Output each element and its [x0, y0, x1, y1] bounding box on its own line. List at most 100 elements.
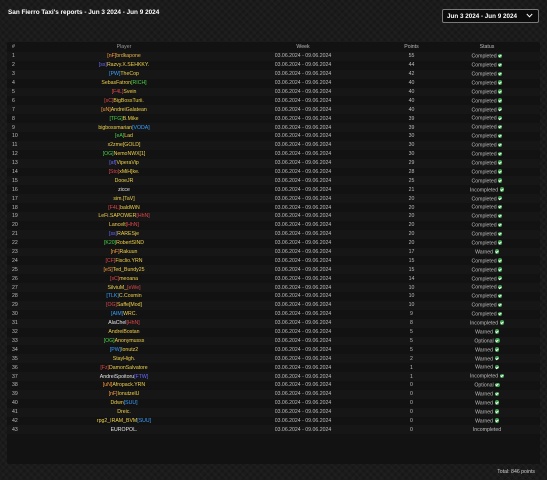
- player-cell[interactable]: EUROPOL.: [31, 425, 217, 434]
- row-number: 41: [12, 409, 18, 416]
- player-cell[interactable]: [ss]RARESje: [31, 230, 217, 239]
- player-name[interactable]: Razvy.X.SEHKKY.: [107, 62, 149, 68]
- player-cell[interactable]: x2zme[GOLD]: [31, 141, 217, 150]
- player-cell[interactable]: [uN]AndreiGalatean: [31, 105, 217, 114]
- player-name[interactable]: sim.[TaV]: [113, 196, 134, 202]
- player-name[interactable]: brdkapone: [116, 53, 141, 59]
- player-cell[interactable]: [Sto]xMiH]ke.: [31, 168, 217, 177]
- table-row: 30 [AIM]WRC. 03.06.2024 - 09.06.2024 9 Compl…: [7, 310, 540, 319]
- player-name[interactable]: B.Mike: [123, 116, 139, 122]
- player-name[interactable]: x2zme[GOLD]: [108, 142, 141, 148]
- player-name[interactable]: C.Cosmin: [119, 293, 142, 299]
- player-cell[interactable]: [AIM]WRC.: [31, 310, 217, 319]
- player-name[interactable]: RARESje: [117, 231, 139, 237]
- player-name[interactable]: bigbossmarian: [98, 125, 132, 131]
- player-cell[interactable]: [OG]Saffe[Mod]: [31, 301, 217, 310]
- player-name[interactable]: StayHigh.: [113, 356, 136, 362]
- player-cell[interactable]: [OG]NemoNWX[1]: [31, 150, 217, 159]
- player-cell[interactable]: DooeJR: [31, 176, 217, 185]
- player-cell[interactable]: bigbossmarian[VODA]: [31, 123, 217, 132]
- player-name[interactable]: Lad: [124, 133, 133, 139]
- player-name[interactable]: EUROPOL.: [111, 427, 138, 433]
- player-name[interactable]: DooeJR: [115, 178, 134, 184]
- player-name[interactable]: TheCop: [120, 71, 138, 77]
- player-cell[interactable]: Dreic.: [31, 408, 217, 417]
- header-status: Status: [479, 44, 495, 50]
- player-name[interactable]: DamonSalvatore: [109, 365, 148, 371]
- player-cell[interactable]: AndreiSpoitoru[FTW]: [31, 372, 217, 381]
- player-name[interactable]: zicce: [118, 187, 130, 193]
- player-name[interactable]: Svein: [123, 89, 136, 95]
- player-name[interactable]: AndreiBostan: [108, 329, 139, 335]
- player-cell[interactable]: AndreiBostan: [31, 328, 217, 337]
- player-cell[interactable]: SilviuM_[eWe]: [31, 283, 217, 292]
- player-name[interactable]: Saffe[Mod]: [117, 302, 142, 308]
- points-cell: 10: [408, 293, 415, 300]
- player-name[interactable]: Anonymusss: [115, 338, 145, 344]
- player-cell[interactable]: [nF]Rakuun: [31, 248, 217, 257]
- player-cell[interactable]: [uN]Afropack.YRN: [31, 381, 217, 390]
- player-cell[interactable]: Ddwn[SUU]: [31, 399, 217, 408]
- player-name[interactable]: SilviuM_: [107, 285, 127, 291]
- player-cell[interactable]: rpg2_IRAM_BVM[SUU]: [31, 417, 217, 426]
- player-cell[interactable]: LeFi.SAPOWER[HhN]: [31, 212, 217, 221]
- player-name[interactable]: ViperaVip: [116, 160, 138, 166]
- status-cell: Warned: [434, 399, 540, 408]
- player-cell[interactable]: [eA]Lad: [31, 132, 217, 141]
- player-cell[interactable]: [PW]TheCop: [31, 70, 217, 79]
- player-name[interactable]: IonutzelU: [118, 391, 140, 397]
- player-name[interactable]: AndreiGalatean: [111, 107, 147, 113]
- player-cell[interactable]: sim.[TaV]: [31, 194, 217, 203]
- player-name[interactable]: Ddwn: [110, 400, 123, 406]
- player-cell[interactable]: [TLK]C.Cosmin: [31, 292, 217, 301]
- player-cell[interactable]: Lancelt[HhN]: [31, 221, 217, 230]
- player-cell[interactable]: [sC]meoana: [31, 274, 217, 283]
- player-name[interactable]: xMiH]ke.: [119, 169, 139, 175]
- player-name[interactable]: rpg2_IRAM_BVM: [97, 418, 137, 424]
- player-name[interactable]: meoana: [119, 276, 138, 282]
- player-name[interactable]: NemoNWX[1]: [114, 151, 146, 157]
- row-number: 2: [12, 62, 15, 69]
- player-name[interactable]: Dreic.: [117, 409, 131, 415]
- player-cell[interactable]: [Fz]DamonSalvatore: [31, 363, 217, 372]
- player-name[interactable]: Ted_Bundy25: [113, 267, 145, 273]
- week-select[interactable]: Jun 3 2024 - Jun 9 2024: [442, 9, 539, 23]
- player-cell[interactable]: [F4L]baldWiN: [31, 203, 217, 212]
- player-cell[interactable]: [ss]Razvy.X.SEHKKY.: [31, 61, 217, 70]
- player-name[interactable]: AndreiSpoitoru: [100, 374, 134, 380]
- player-name[interactable]: baldWiN: [120, 205, 140, 211]
- player-name[interactable]: Fisclio.YRN: [115, 258, 142, 264]
- player-cell[interactable]: [PW]Ionutz2: [31, 345, 217, 354]
- player-name[interactable]: WRC.: [123, 311, 137, 317]
- player-cell[interactable]: [TFG]B.Mike: [31, 114, 217, 123]
- row-number: 6: [12, 97, 15, 104]
- player-cell[interactable]: [K20]RobertSIND: [31, 239, 217, 248]
- player-name[interactable]: SebasFatron: [101, 80, 131, 86]
- row-number: 22: [12, 240, 18, 247]
- player-cell[interactable]: SebasFatron[RICH]: [31, 79, 217, 88]
- player-name[interactable]: RobertSIND: [116, 240, 144, 246]
- player-name[interactable]: Ionutz2: [121, 347, 138, 353]
- player-cell[interactable]: [OG]Anonymusss: [31, 337, 217, 346]
- player-cell[interactable]: [nF]IonutzelU: [31, 390, 217, 399]
- week-cell: 03.06.2024 - 09.06.2024: [274, 213, 332, 220]
- player-cell[interactable]: StayHigh.: [31, 354, 217, 363]
- player-name[interactable]: Afropack.YRN: [112, 382, 145, 388]
- player-cell[interactable]: [sC]BigBossTurii.: [31, 96, 217, 105]
- player-cell[interactable]: [F4L]Svein: [31, 88, 217, 97]
- player-name[interactable]: Rakuun: [120, 249, 138, 255]
- player-name[interactable]: Lancelt: [109, 222, 126, 228]
- player-cell[interactable]: [CF]Fisclio.YRN: [31, 256, 217, 265]
- week-cell: 03.06.2024 - 09.06.2024: [274, 142, 332, 149]
- player-name[interactable]: LeFi.SAPOWER: [98, 213, 136, 219]
- player-cell[interactable]: [nF]brdkapone: [31, 52, 217, 61]
- week-cell: 03.06.2024 - 09.06.2024: [274, 320, 332, 327]
- player-cell[interactable]: zicce: [31, 185, 217, 194]
- player-name[interactable]: BigBossTurii.: [113, 98, 143, 104]
- player-cell[interactable]: [af]ViperaVip: [31, 159, 217, 168]
- player-cell[interactable]: [eS]Ted_Bundy25: [31, 265, 217, 274]
- player-name[interactable]: AlaChel: [108, 320, 126, 326]
- player-cell[interactable]: AlaChel[HhN]: [31, 319, 217, 328]
- week-cell: 03.06.2024 - 09.06.2024: [274, 89, 332, 95]
- table-row: 24 [CF]Fisclio.YRN 03.06.2024 - 09.06.2024…: [7, 256, 540, 265]
